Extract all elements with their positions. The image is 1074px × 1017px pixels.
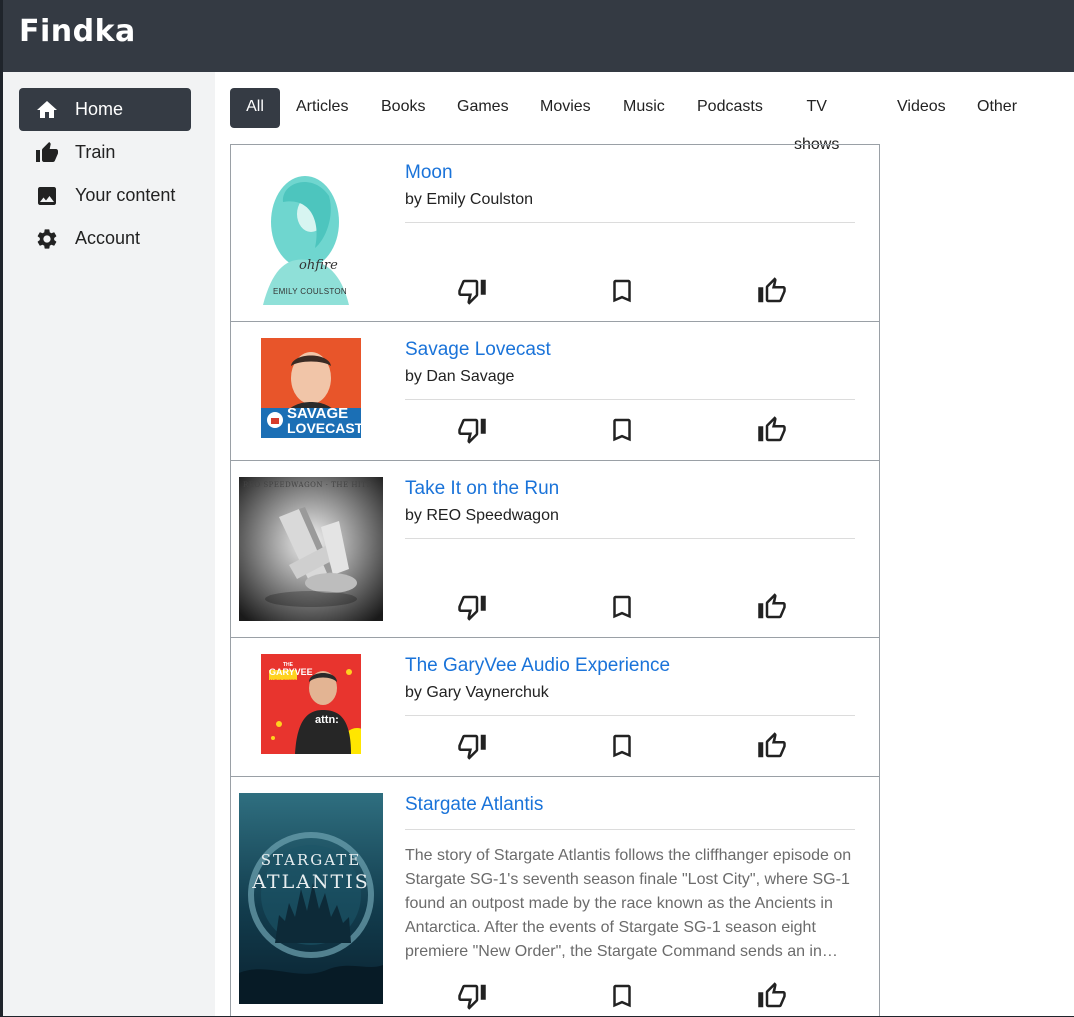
tab-all[interactable]: All [230,88,280,128]
list-item: THE GARYVEE AUDIO EXPERIENCE attn: The G… [231,638,879,777]
cover-text: LOVECAST [287,420,361,436]
sidebar: Home Train Your content Account [3,72,215,1016]
tab-videos[interactable]: Videos [897,88,946,128]
thumb-up-icon [758,593,786,619]
cover-text: SAVAGE [287,405,349,422]
gear-icon [35,227,59,251]
thumb-up-icon [758,732,786,758]
app-window: Findka Home Train Your content Account A… [3,0,1074,1016]
thumb-down-icon [458,595,486,621]
item-author: by Gary Vaynerchuk [405,684,549,701]
cover-text: AUDIO EXPERIENCE [269,678,309,683]
like-button[interactable] [757,415,787,445]
bookmark-button[interactable] [607,276,637,306]
item-title[interactable]: Moon [405,162,453,184]
list-item: SAVAGE LOVECAST Savage Lovecast by Dan S… [231,322,879,461]
bookmark-icon [613,595,631,619]
dislike-button[interactable] [457,415,487,445]
thumb-up-icon [35,141,59,165]
cover-image[interactable]: THE GARYVEE AUDIO EXPERIENCE attn: [261,654,361,754]
top-bar: Findka [3,0,1074,72]
cover-image[interactable]: STARGATE ATLANTIS [239,793,383,1004]
tab-books[interactable]: Books [381,88,425,128]
bookmark-icon [613,418,631,442]
list-item: ohfire EMILY COULSTON Moon by Emily Coul… [231,145,879,322]
bookmark-icon [613,984,631,1008]
bookmark-button[interactable] [607,415,637,445]
like-button[interactable] [757,981,787,1011]
sidebar-item-train[interactable]: Train [19,131,191,174]
cover-text: ohfire [299,258,338,273]
tab-tv-shows[interactable]: TV shows [794,88,839,153]
cover-text: STARGATE [260,851,362,869]
app-logo[interactable]: Findka [19,14,136,49]
cover-text: EMILY COULSTON [273,287,347,296]
tab-music[interactable]: Music [623,88,665,128]
thumb-down-icon [458,418,486,444]
bookmark-button[interactable] [607,981,637,1011]
sidebar-item-home[interactable]: Home [19,88,191,131]
tab-articles[interactable]: Articles [296,88,348,128]
list-item: REO SPEEDWAGON · THE HITS Take It on the… [231,461,879,638]
cover-image[interactable]: ohfire EMILY COULSTON [253,162,353,305]
item-title[interactable]: Take It on the Run [405,478,559,500]
sidebar-item-label: Your content [75,185,176,205]
dislike-button[interactable] [457,731,487,761]
cover-text: REO SPEEDWAGON · THE HITS [243,481,372,489]
cover-text: ATLANTIS [252,871,370,893]
thumb-up-icon [758,277,786,303]
cover-image[interactable]: REO SPEEDWAGON · THE HITS [239,477,383,621]
sidebar-item-your-content[interactable]: Your content [19,174,191,217]
bookmark-icon [613,734,631,758]
sidebar-item-label: Account [75,228,141,248]
item-title[interactable]: The GaryVee Audio Experience [405,655,670,677]
tab-games[interactable]: Games [457,88,509,128]
bookmark-button[interactable] [607,592,637,622]
thumb-down-icon [458,734,486,760]
like-button[interactable] [757,276,787,306]
dislike-button[interactable] [457,592,487,622]
sidebar-item-label: Home [75,99,124,119]
cover-image[interactable]: SAVAGE LOVECAST [261,338,361,438]
item-description: The story of Stargate Atlantis follows t… [405,847,852,960]
tab-podcasts[interactable]: Podcasts [697,88,763,128]
item-title[interactable]: Stargate Atlantis [405,794,543,816]
dislike-button[interactable] [457,981,487,1011]
thumb-down-icon [458,279,486,305]
tab-other[interactable]: Other [977,88,1017,128]
like-button[interactable] [757,592,787,622]
bookmark-icon [613,279,631,303]
item-title[interactable]: Savage Lovecast [405,339,551,361]
thumb-up-icon [758,982,786,1008]
item-author: by REO Speedwagon [405,507,559,524]
thumb-down-icon [458,984,486,1010]
cover-text: attn: [315,714,339,726]
sidebar-item-label: Train [75,142,116,162]
divider [405,715,855,716]
thumb-up-icon [758,416,786,442]
divider [405,399,855,400]
divider [405,222,855,223]
item-author: by Dan Savage [405,368,515,385]
sidebar-item-account[interactable]: Account [19,217,191,260]
tab-movies[interactable]: Movies [540,88,591,128]
item-author: by Emily Coulston [405,191,534,208]
cover-text: GARYVEE [269,667,313,677]
list-item: STARGATE ATLANTIS Stargate Atlantis The … [231,777,879,1017]
image-icon [35,184,59,208]
home-icon [35,98,59,122]
divider [405,538,855,539]
dislike-button[interactable] [457,276,487,306]
content-feed: ohfire EMILY COULSTON Moon by Emily Coul… [230,144,880,1016]
divider [405,829,855,830]
bookmark-button[interactable] [607,731,637,761]
like-button[interactable] [757,731,787,761]
